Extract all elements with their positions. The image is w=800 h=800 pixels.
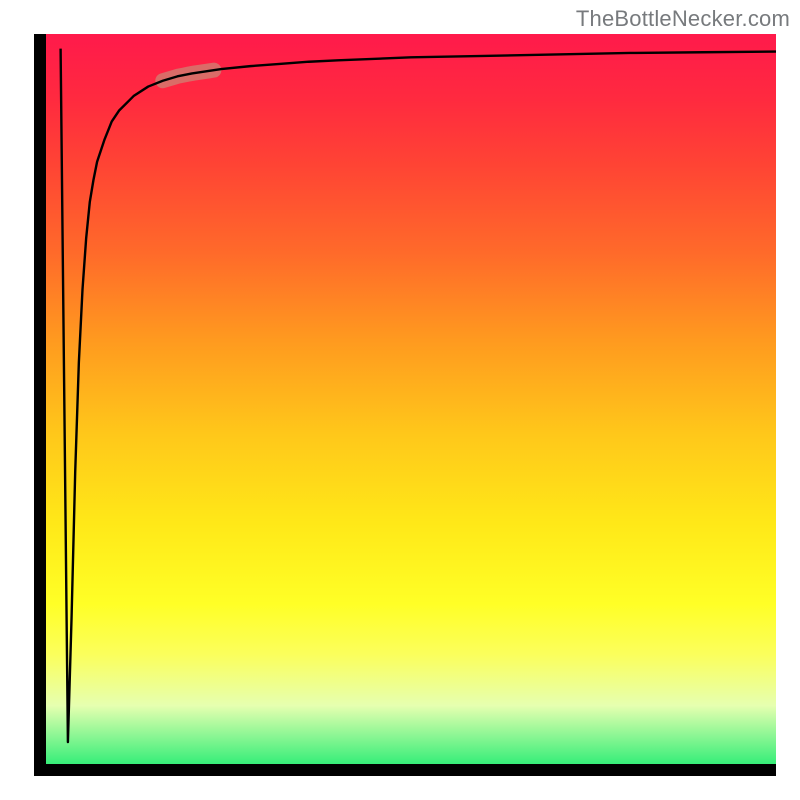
plot-frame [34, 34, 776, 776]
bottleneck-curve [61, 49, 776, 743]
chart-container: TheBottleNecker.com [0, 0, 800, 800]
attribution-text: TheBottleNecker.com [576, 6, 790, 32]
plot-area [46, 34, 776, 764]
curve-svg [46, 34, 776, 764]
